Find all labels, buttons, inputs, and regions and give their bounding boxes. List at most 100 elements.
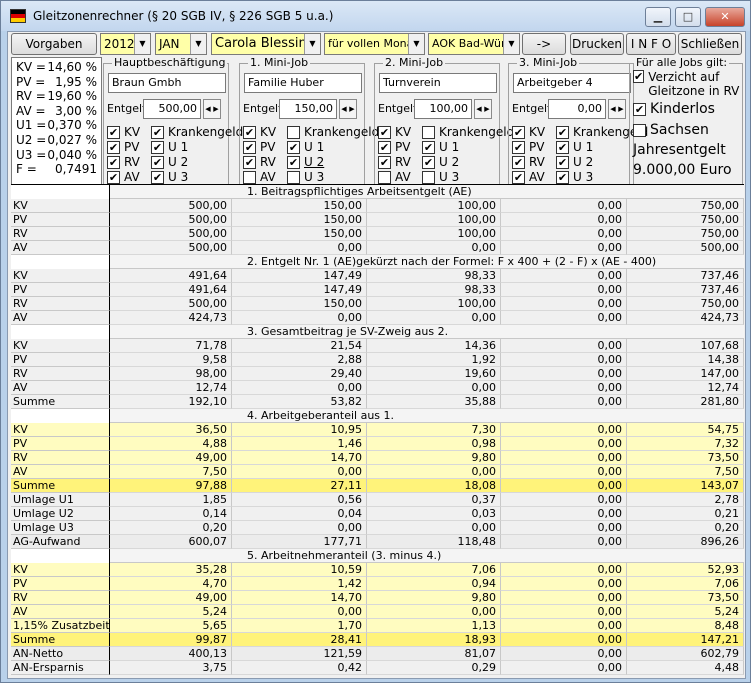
spin-right-icon[interactable]: ▶ — [348, 100, 356, 118]
u1-checkbox[interactable]: ✔ U 1 — [422, 140, 459, 154]
u2-checkbox[interactable]: ✔ U 2 — [422, 155, 459, 169]
entgelt-label: Entgelt — [107, 102, 147, 115]
krankengeld-checkbox[interactable]: Krankengeld — [422, 125, 514, 139]
chevron-down-icon[interactable]: ▼ — [503, 34, 519, 54]
entgelt-input[interactable]: 150,00 — [279, 99, 337, 119]
u2-checkbox[interactable]: ✔ U 2 — [556, 155, 593, 169]
section-title: 4. Arbeitgeberanteil aus 1. — [110, 409, 744, 423]
u3-checkbox[interactable]: U 3 — [422, 170, 459, 184]
kinderlos-label: Kinderlos — [650, 101, 715, 117]
minimize-button[interactable]: ▁ — [645, 7, 671, 27]
rv-checkbox[interactable]: ✔ RV — [107, 155, 140, 169]
table-row: AG-Aufwand 600,07 177,71 118,48 0,00 896,26 — [11, 535, 744, 549]
person-select[interactable]: Carola Blessing ▼ — [211, 33, 321, 55]
month-select[interactable]: JAN ▼ — [155, 33, 207, 55]
rate-key: PV = — [16, 74, 46, 89]
flag-icon — [10, 9, 26, 23]
pv-checkbox[interactable]: ✔ PV — [107, 140, 139, 154]
entgelt-input[interactable]: 100,00 — [414, 99, 472, 119]
u1-checkbox[interactable]: ✔ U 1 — [151, 140, 188, 154]
kasse-select[interactable]: AOK Bad-Würt ▼ — [428, 33, 520, 55]
u2-label: U 2 — [168, 155, 189, 169]
av-checkbox[interactable]: AV — [378, 170, 411, 184]
u3-checkbox[interactable]: ✔ U 3 — [151, 170, 188, 184]
table-cell: 54,75 — [627, 423, 744, 437]
table-cell: 147,00 — [627, 367, 744, 381]
rv-check: ✔ — [512, 155, 525, 169]
sachsen-checkbox[interactable]: Sachsen — [633, 122, 709, 138]
u2-check: ✔ — [151, 155, 164, 169]
av-checkbox[interactable]: AV — [243, 170, 276, 184]
pv-checkbox[interactable]: ✔ PV — [512, 140, 544, 154]
spin-left-icon[interactable]: ◀ — [204, 100, 212, 118]
employer-input[interactable]: Arbeitgeber 4 — [513, 73, 631, 93]
rv-checkbox[interactable]: ✔ RV — [378, 155, 411, 169]
year-select[interactable]: 2012 ▼ — [100, 33, 151, 55]
u3-label: U 3 — [573, 170, 594, 184]
entgelt-spinner[interactable]: ◀ ▶ — [203, 99, 221, 119]
av-checkbox[interactable]: ✔ AV — [512, 170, 545, 184]
close-button[interactable]: ✕ — [705, 7, 745, 27]
u3-checkbox[interactable]: U 3 — [287, 170, 324, 184]
spin-right-icon[interactable]: ▶ — [617, 100, 625, 118]
u1-checkbox[interactable]: ✔ U 1 — [287, 140, 324, 154]
chevron-down-icon[interactable]: ▼ — [408, 34, 424, 54]
job-title: Hauptbeschäftigung — [112, 56, 228, 69]
entgelt-input[interactable]: 500,00 — [143, 99, 201, 119]
table-row: RV 49,00 14,70 9,80 0,00 73,50 — [11, 591, 744, 605]
period-select[interactable]: für vollen Monat ▼ — [324, 33, 425, 55]
entgelt-spinner[interactable]: ◀ ▶ — [339, 99, 357, 119]
u3-checkbox[interactable]: ✔ U 3 — [556, 170, 593, 184]
entgelt-spinner[interactable]: ◀ ▶ — [474, 99, 492, 119]
av-label: AV — [260, 170, 276, 184]
rv-check: ✔ — [378, 155, 391, 169]
u1-label: U 1 — [439, 140, 460, 154]
kinderlos-checkbox[interactable]: ✔ Kinderlos — [633, 101, 715, 117]
table-cell: 150,00 — [232, 227, 367, 241]
chevron-down-icon[interactable]: ▼ — [190, 34, 206, 54]
u2-checkbox[interactable]: ✔ U 2 — [287, 155, 324, 169]
table-cell: 424,73 — [110, 311, 232, 325]
kv-checkbox[interactable]: ✔ KV — [107, 125, 140, 139]
u2-checkbox[interactable]: ✔ U 2 — [151, 155, 188, 169]
pv-checkbox[interactable]: ✔ PV — [378, 140, 410, 154]
maximize-button[interactable]: □ — [675, 7, 701, 27]
entgelt-input[interactable]: 0,00 — [548, 99, 606, 119]
table-row: Summe 97,88 27,11 18,08 0,00 143,07 — [11, 479, 744, 493]
chevron-down-icon[interactable]: ▼ — [134, 34, 150, 54]
u1-label: U 1 — [304, 140, 325, 154]
employer-input[interactable]: Turnverein — [379, 73, 497, 93]
table-cell: 281,80 — [627, 395, 744, 409]
chevron-down-icon[interactable]: ▼ — [304, 34, 320, 54]
table-cell: 0,00 — [501, 619, 627, 633]
kv-checkbox[interactable]: ✔ KV — [512, 125, 545, 139]
spin-left-icon[interactable]: ◀ — [609, 100, 617, 118]
employer-input[interactable]: Braun Gmbh — [108, 73, 226, 93]
kv-checkbox[interactable]: ✔ KV — [243, 125, 276, 139]
rv-checkbox[interactable]: ✔ RV — [243, 155, 276, 169]
vorgaben-button[interactable]: Vorgaben — [11, 33, 97, 55]
spin-right-icon[interactable]: ▶ — [212, 100, 220, 118]
schliessen-button[interactable]: Schließen — [678, 33, 742, 55]
u2-label: U 2 — [573, 155, 594, 169]
krankengeld-checkbox[interactable]: ✔ Krankengeld — [151, 125, 243, 139]
kv-checkbox[interactable]: ✔ KV — [378, 125, 411, 139]
window-title: Gleitzonenrechner (§ 20 SGB IV, § 226 SG… — [33, 9, 334, 23]
spin-left-icon[interactable]: ◀ — [340, 100, 348, 118]
u1-checkbox[interactable]: ✔ U 1 — [556, 140, 593, 154]
dez-button[interactable]: -> Dez. — [522, 33, 566, 71]
spin-left-icon[interactable]: ◀ — [475, 100, 483, 118]
spin-right-icon[interactable]: ▶ — [483, 100, 491, 118]
pv-checkbox[interactable]: ✔ PV — [243, 140, 275, 154]
kinderlos-check: ✔ — [633, 102, 646, 116]
entgelt-spinner[interactable]: ◀ ▶ — [608, 99, 626, 119]
drucken-button[interactable]: Drucken — [570, 33, 624, 55]
krankengeld-checkbox[interactable]: Krankengeld — [287, 125, 379, 139]
rv-checkbox[interactable]: ✔ RV — [512, 155, 545, 169]
info-button[interactable]: I N F O — [626, 33, 676, 55]
av-checkbox[interactable]: ✔ AV — [107, 170, 140, 184]
kv-check: ✔ — [378, 125, 391, 139]
verzicht-checkbox[interactable]: ✔ Verzicht auf Gleitzone in RV — [633, 70, 743, 98]
employer-input[interactable]: Familie Huber — [244, 73, 362, 93]
table-cell: 0,00 — [367, 521, 501, 535]
